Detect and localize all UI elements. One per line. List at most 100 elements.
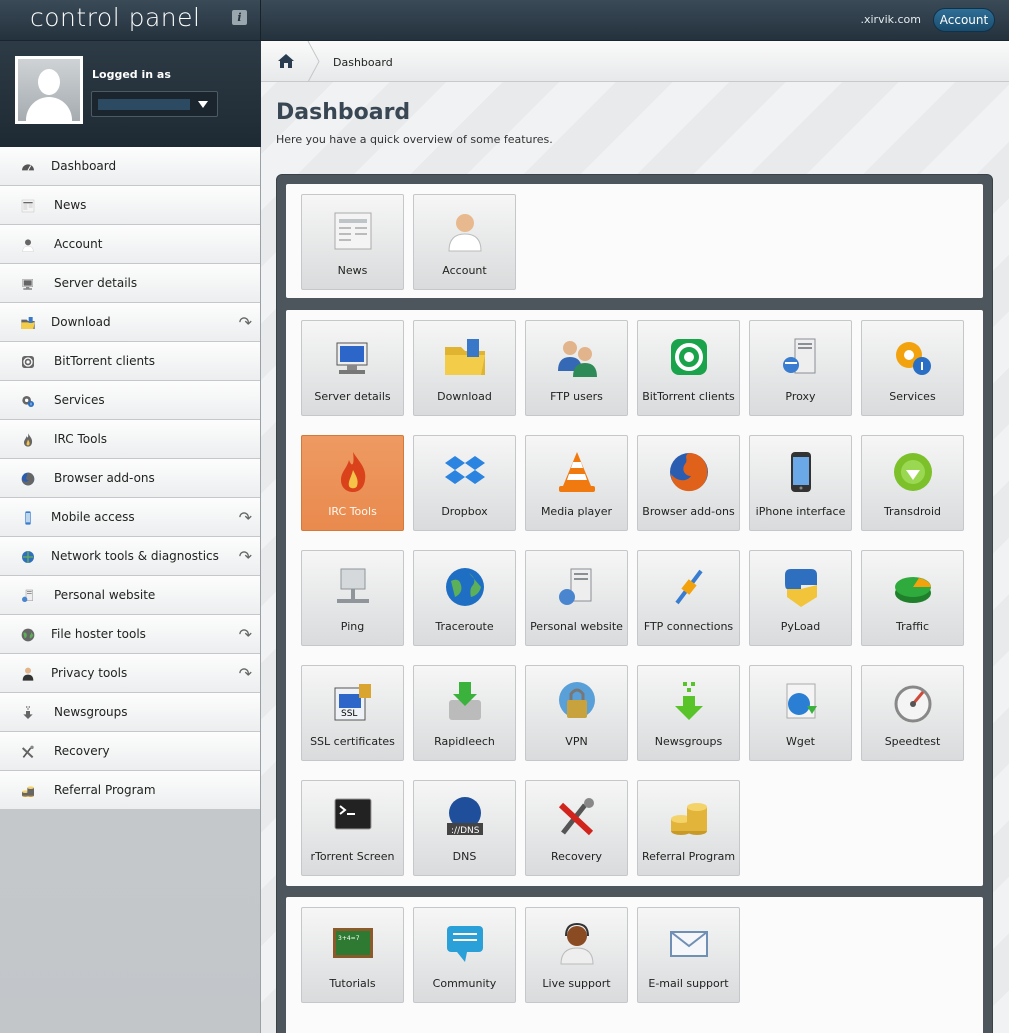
sidebar-item-label: Recovery (54, 744, 110, 758)
dashboard-panel: 3+4=7 Tutorials Community Live support E-mai… (286, 897, 983, 1033)
sidebar-menu: Dashboard News Account Server details Downlo… (0, 147, 260, 810)
user-select[interactable] (91, 91, 218, 117)
tile-news[interactable]: News (301, 194, 404, 290)
sidebar-item-irc-tools[interactable]: IRC Tools (0, 420, 260, 459)
chalkboard-icon: 3+4=7 (329, 920, 377, 968)
expand-arrow-icon[interactable]: ↷ (239, 625, 252, 644)
tile-media-player[interactable]: Media player (525, 435, 628, 531)
account-icon (441, 207, 489, 255)
sidebar: Logged in as Dashboard News Account Server … (0, 41, 261, 1033)
tile-label: Traceroute (435, 620, 494, 633)
tile-label: Download (437, 390, 492, 403)
sidebar-item-account[interactable]: Account (0, 225, 260, 264)
tile-e-mail-support[interactable]: E-mail support (637, 907, 740, 1003)
tile-label: rTorrent Screen (310, 850, 395, 863)
tile-irc-tools[interactable]: IRC Tools (301, 435, 404, 531)
sidebar-item-label: Browser add-ons (54, 471, 155, 485)
tile-dropbox[interactable]: Dropbox (413, 435, 516, 531)
tile-label: BitTorrent clients (642, 390, 735, 403)
recovery-icon (20, 744, 36, 760)
tile-community[interactable]: Community (413, 907, 516, 1003)
tile-label: Personal website (530, 620, 623, 633)
sidebar-item-browser-add-ons[interactable]: Browser add-ons (0, 459, 260, 498)
sidebar-item-bittorrent-clients[interactable]: BitTorrent clients (0, 342, 260, 381)
tile-pyload[interactable]: PyLoad (749, 550, 852, 646)
sidebar-item-referral-program[interactable]: Referral Program (0, 771, 260, 810)
tile-referral-program[interactable]: Referral Program (637, 780, 740, 876)
sidebar-item-server-details[interactable]: Server details (0, 264, 260, 303)
tile-ftp-users[interactable]: FTP users (525, 320, 628, 416)
tile-label: SSL certificates (310, 735, 395, 748)
sidebar-item-download[interactable]: Download ↷ (0, 303, 260, 342)
logged-in-label: Logged in as (92, 68, 171, 81)
tile-account[interactable]: Account (413, 194, 516, 290)
sidebar-item-network-tools-diagnostics[interactable]: Network tools & diagnostics ↷ (0, 537, 260, 576)
sidebar-item-recovery[interactable]: Recovery (0, 732, 260, 771)
breadcrumb-current[interactable]: Dashboard (333, 56, 393, 69)
tile-label: Account (442, 264, 487, 277)
chat-icon (441, 920, 489, 968)
tile-label: FTP connections (643, 620, 734, 633)
account-button[interactable]: Account (933, 8, 995, 32)
tile-dns[interactable]: ://DNS DNS (413, 780, 516, 876)
vlc-icon (553, 448, 601, 496)
tile-download[interactable]: Download (413, 320, 516, 416)
tile-vpn[interactable]: VPN (525, 665, 628, 761)
tile-label: iPhone interface (755, 505, 846, 518)
svg-text:://DNS: ://DNS (451, 826, 480, 836)
tile-rapidleech[interactable]: Rapidleech (413, 665, 516, 761)
sidebar-item-newsgroups[interactable]: Newsgroups (0, 693, 260, 732)
tile-transdroid[interactable]: Transdroid (861, 435, 964, 531)
tile-recovery[interactable]: Recovery (525, 780, 628, 876)
tile-browser-add-ons[interactable]: Browser add-ons (637, 435, 740, 531)
dashboard-frame: News Account Server details Download FTP use… (276, 174, 993, 1033)
traffic-icon (889, 563, 937, 611)
expand-arrow-icon[interactable]: ↷ (239, 664, 252, 683)
server-icon (329, 333, 377, 381)
dropbox-icon (441, 448, 489, 496)
app-logo[interactable]: control panel (30, 3, 200, 32)
tile-traceroute[interactable]: Traceroute (413, 550, 516, 646)
tile-label: VPN (565, 735, 588, 748)
tile-traffic[interactable]: Traffic (861, 550, 964, 646)
tile-ping[interactable]: Ping (301, 550, 404, 646)
sidebar-item-label: Dashboard (51, 159, 117, 173)
tile-label: Tutorials (329, 977, 376, 990)
tile-speedtest[interactable]: Speedtest (861, 665, 964, 761)
tile-personal-website[interactable]: Personal website (525, 550, 628, 646)
sidebar-item-label: BitTorrent clients (54, 354, 156, 368)
sidebar-item-personal-website[interactable]: Personal website (0, 576, 260, 615)
email-icon (665, 920, 713, 968)
sidebar-item-news[interactable]: News (0, 186, 260, 225)
tile-services[interactable]: Services (861, 320, 964, 416)
ping-icon (329, 563, 377, 611)
tile-live-support[interactable]: Live support (525, 907, 628, 1003)
tile-wget[interactable]: Wget (749, 665, 852, 761)
tile-iphone-interface[interactable]: iPhone interface (749, 435, 852, 531)
tile-ssl-certificates[interactable]: SSL SSL certificates (301, 665, 404, 761)
tile-server-details[interactable]: Server details (301, 320, 404, 416)
top-bar: control panel i .xirvik.com Account (0, 0, 1009, 41)
support-icon (553, 920, 601, 968)
tile-tutorials[interactable]: 3+4=7 Tutorials (301, 907, 404, 1003)
services-icon (889, 333, 937, 381)
wget-icon (777, 678, 825, 726)
home-icon[interactable] (277, 53, 295, 69)
expand-arrow-icon[interactable]: ↷ (239, 313, 252, 332)
info-icon[interactable]: i (232, 10, 247, 25)
tile-proxy[interactable]: Proxy (749, 320, 852, 416)
sidebar-item-dashboard[interactable]: Dashboard (0, 147, 260, 186)
sidebar-item-file-hoster-tools[interactable]: File hoster tools ↷ (0, 615, 260, 654)
sidebar-item-services[interactable]: Services (0, 381, 260, 420)
expand-arrow-icon[interactable]: ↷ (239, 508, 252, 527)
tile-label: Media player (540, 505, 613, 518)
tile-bittorrent-clients[interactable]: BitTorrent clients (637, 320, 740, 416)
sidebar-item-privacy-tools[interactable]: Privacy tools ↷ (0, 654, 260, 693)
tile-ftp-connections[interactable]: FTP connections (637, 550, 740, 646)
ssl-icon: SSL (329, 678, 377, 726)
expand-arrow-icon[interactable]: ↷ (239, 547, 252, 566)
sidebar-item-mobile-access[interactable]: Mobile access ↷ (0, 498, 260, 537)
tile-rtorrent-screen[interactable]: rTorrent Screen (301, 780, 404, 876)
tile-newsgroups[interactable]: Newsgroups (637, 665, 740, 761)
sidebar-item-label: Privacy tools (51, 666, 128, 680)
